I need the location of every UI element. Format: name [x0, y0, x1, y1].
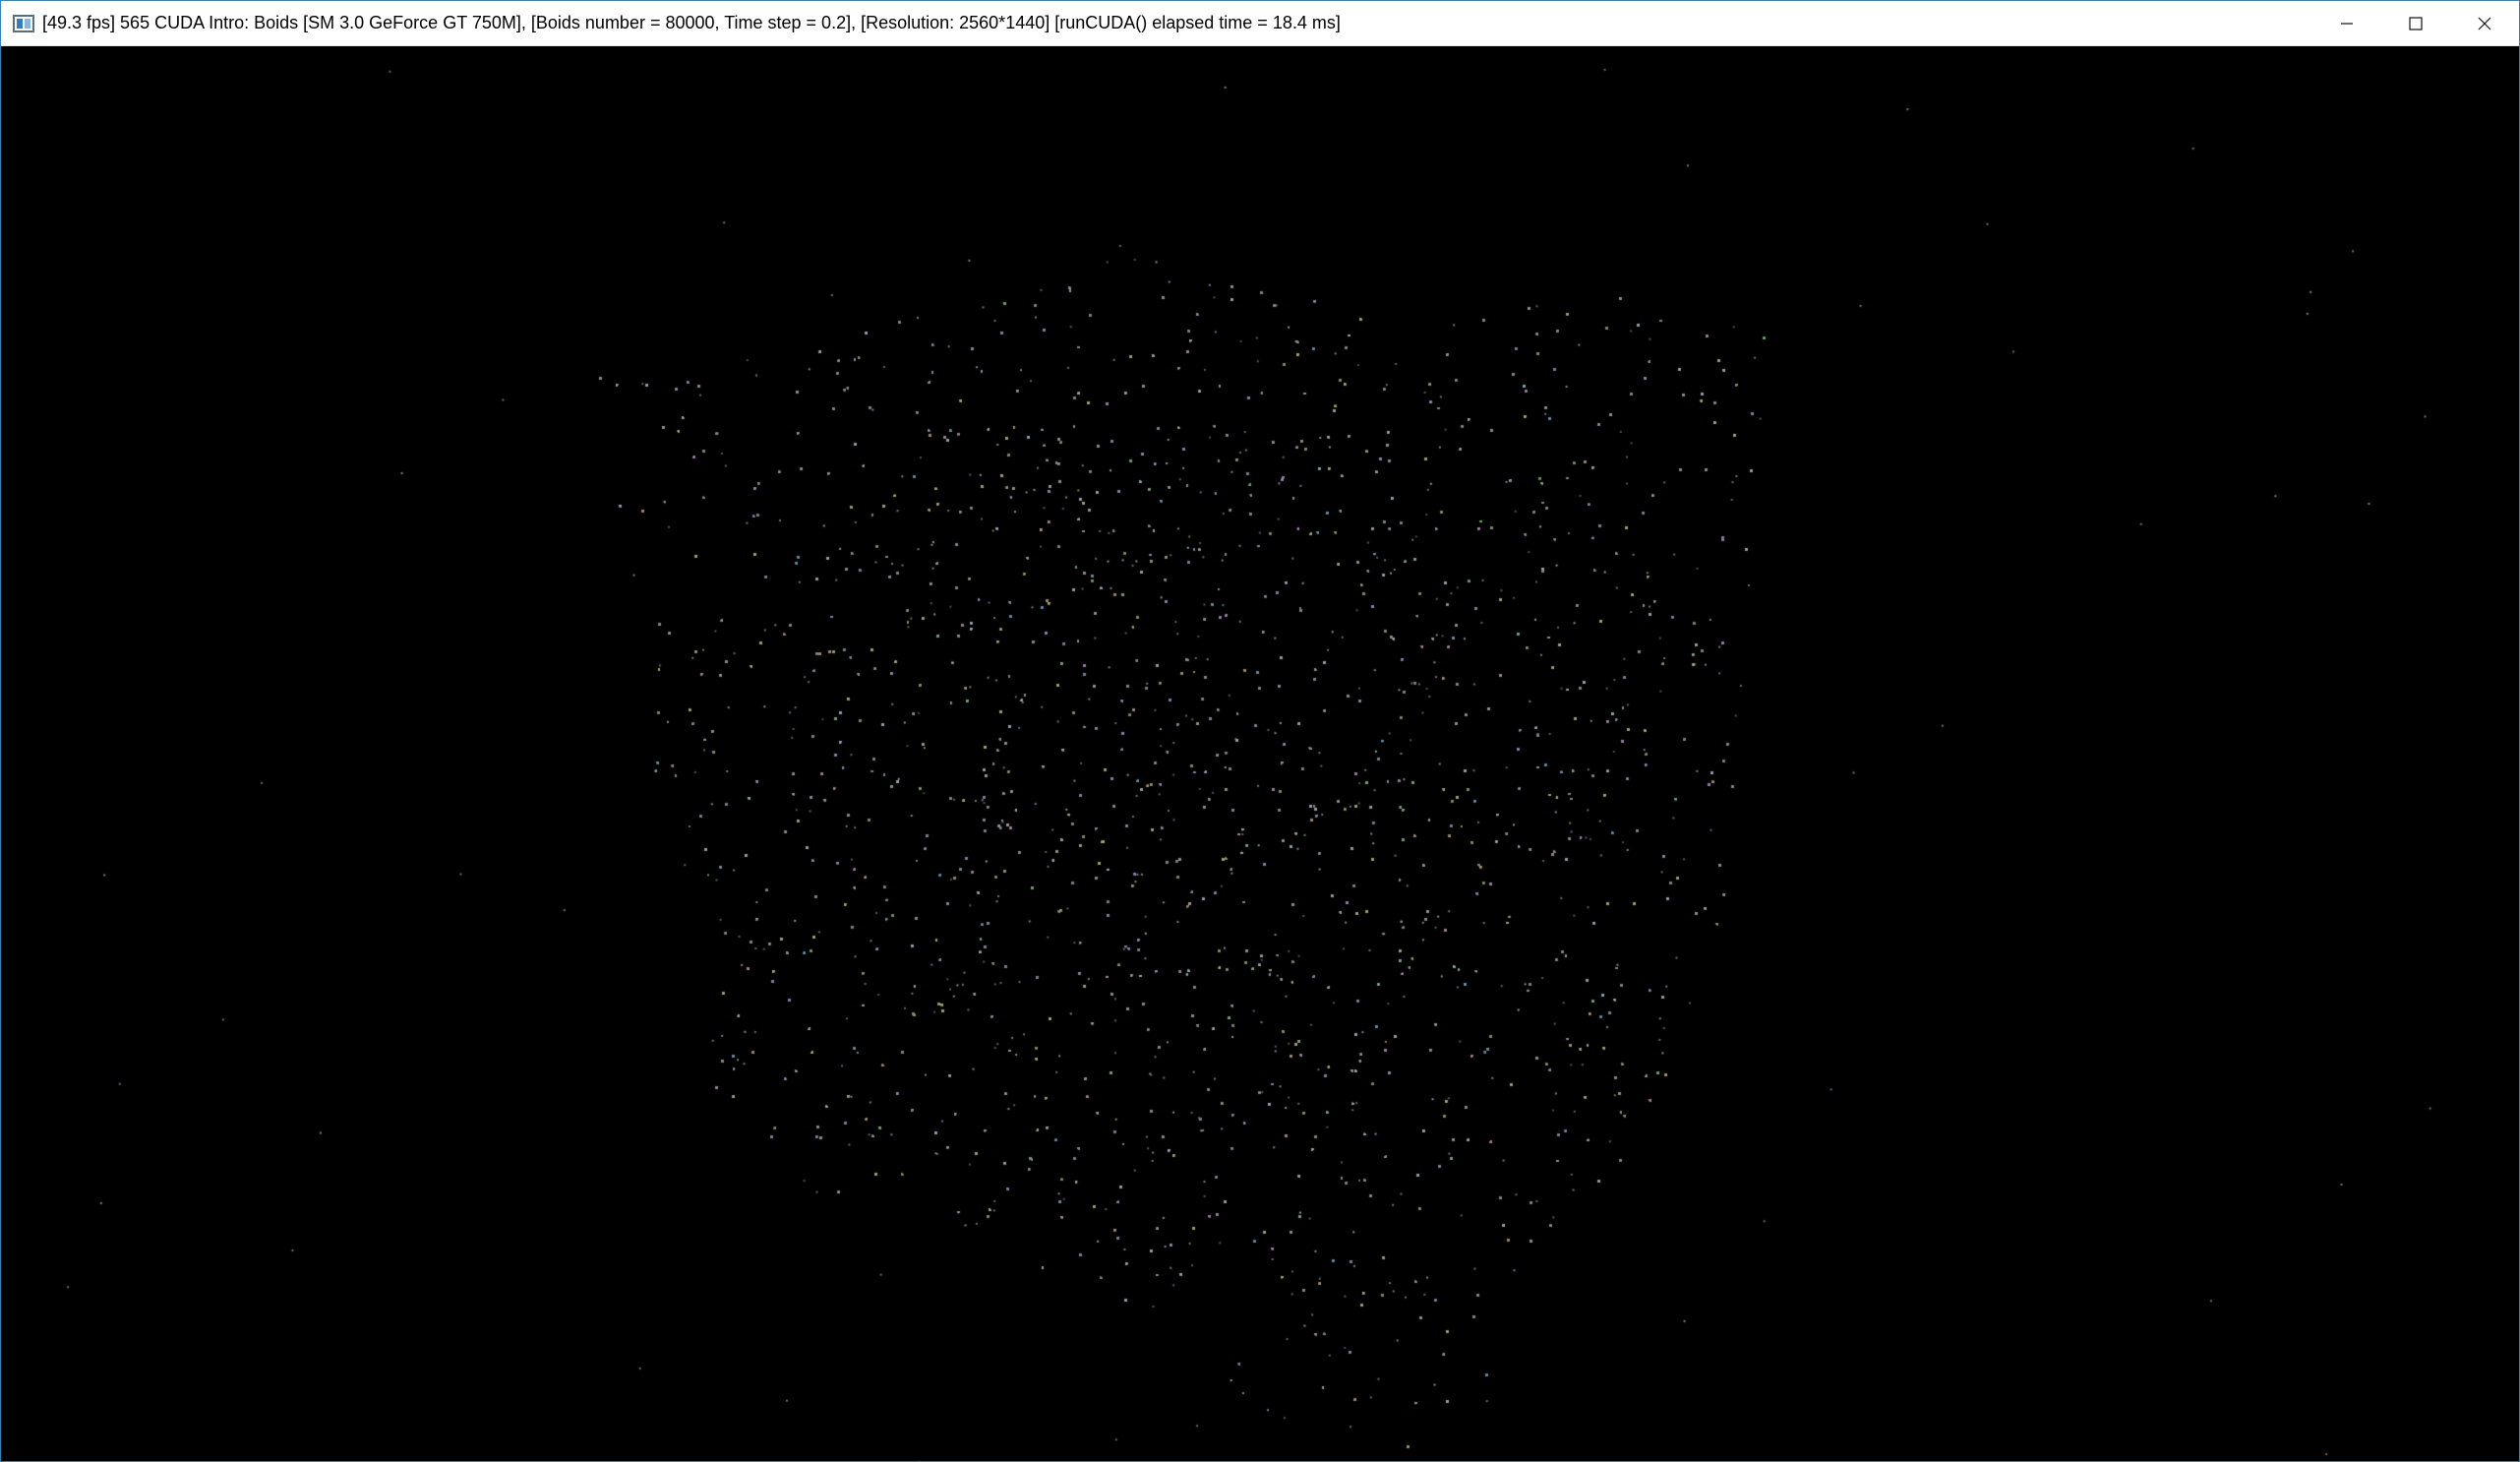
minimize-icon: [2341, 22, 2353, 25]
app-window: [49.3 fps] 565 CUDA Intro: Boids [SM 3.0…: [0, 0, 2520, 1462]
boids-particle-cloud: [1, 46, 2519, 1461]
maximize-icon: [2409, 16, 2423, 30]
boids-viewport[interactable]: [1, 46, 2519, 1461]
window-app-icon[interactable]: [13, 14, 34, 32]
title-bar[interactable]: [49.3 fps] 565 CUDA Intro: Boids [SM 3.0…: [1, 1, 2519, 46]
window-title: [49.3 fps] 565 CUDA Intro: Boids [SM 3.0…: [42, 13, 1341, 32]
close-button[interactable]: [2450, 1, 2519, 45]
window-controls: [2312, 1, 2519, 45]
close-icon: [2478, 17, 2491, 30]
maximize-button[interactable]: [2381, 1, 2450, 45]
minimize-button[interactable]: [2312, 1, 2381, 45]
